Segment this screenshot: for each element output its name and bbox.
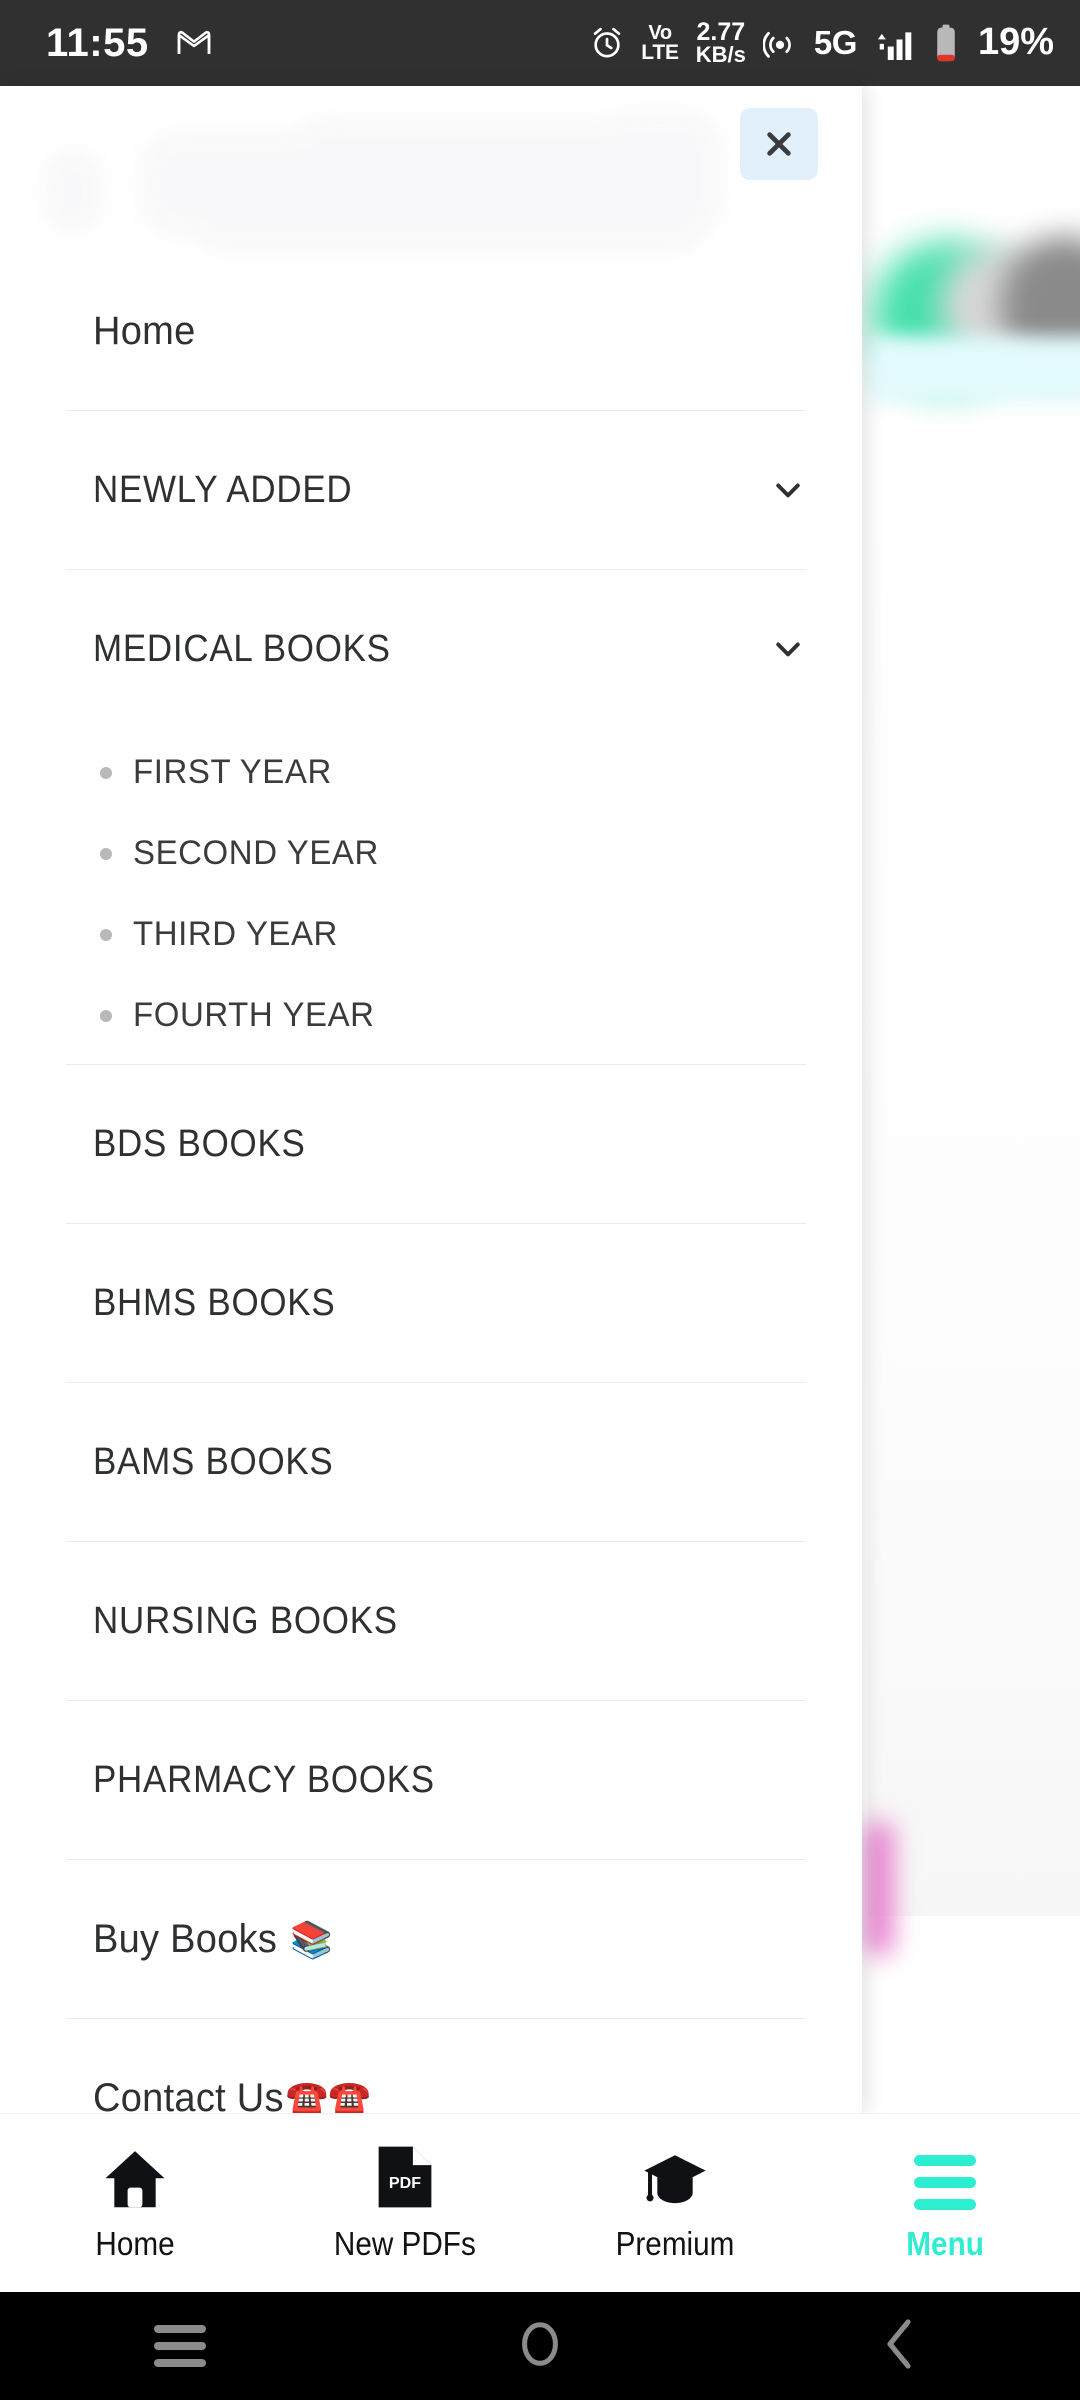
drawer-item-label: NEWLY ADDED	[93, 468, 353, 511]
status-bar-clock: 11:55	[46, 21, 149, 65]
gmail-icon	[177, 30, 211, 56]
volte-line2: LTE	[641, 40, 679, 64]
drawer-item-label: Home	[93, 308, 196, 353]
drawer-item-buy-books[interactable]: Buy Books 📚	[0, 1860, 862, 2018]
drawer-item-contact-us[interactable]: Contact Us☎️☎️	[0, 2019, 862, 2114]
svg-text:PDF: PDF	[389, 2173, 421, 2191]
drawer-menu-list: Home NEWLY ADDED MEDICAL BOOKS FIRST YEAR SE…	[0, 252, 862, 2113]
bullet-icon	[100, 847, 112, 860]
submenu-item-label: THIRD YEAR	[133, 915, 338, 953]
submenu-item-label: SECOND YEAR	[133, 834, 379, 872]
submenu-item-third-year[interactable]: THIRD YEAR	[0, 894, 862, 975]
back-chevron-icon	[879, 2318, 921, 2375]
drawer-item-label: PHARMACY BOOKS	[93, 1758, 435, 1801]
android-back-button[interactable]	[720, 2292, 1080, 2400]
android-recents-button[interactable]	[0, 2292, 360, 2400]
battery-percent: 19%	[977, 21, 1054, 64]
drawer-item-label: BAMS BOOKS	[93, 1440, 334, 1483]
background-pink-blob	[866, 1821, 892, 1956]
android-navigation-bar	[0, 2292, 1080, 2400]
drawer-item-newly-added[interactable]: NEWLY ADDED	[0, 411, 862, 569]
chevron-down-icon[interactable]	[770, 631, 806, 667]
drawer-item-home[interactable]: Home	[0, 252, 862, 410]
bottom-nav-item-new-pdfs[interactable]: PDF New PDFs	[270, 2114, 540, 2292]
network-speed-indicator: 2.77 KB/s	[695, 18, 746, 68]
pdf-file-icon: PDF	[376, 2144, 434, 2210]
bottom-nav-label: Premium	[615, 2224, 735, 2262]
home-circle-icon	[516, 2317, 564, 2376]
background-cyan-band	[868, 336, 1080, 404]
android-home-button[interactable]	[360, 2292, 720, 2400]
submenu-item-label: FIRST YEAR	[133, 753, 332, 791]
medical-books-submenu: FIRST YEAR SECOND YEAR THIRD YEAR FOURTH YE…	[0, 728, 862, 1064]
close-drawer-button[interactable]	[740, 108, 818, 180]
bottom-nav-label: New PDFs	[334, 2224, 476, 2262]
drawer-item-medical-books[interactable]: MEDICAL BOOKS	[0, 570, 862, 728]
submenu-item-first-year[interactable]: FIRST YEAR	[0, 732, 862, 813]
close-icon	[763, 128, 795, 160]
drawer-item-label: NURSING BOOKS	[93, 1599, 398, 1642]
alarm-clock-icon	[590, 26, 624, 60]
status-bar-left: 11:55	[46, 23, 211, 63]
drawer-item-label: MEDICAL BOOKS	[93, 627, 391, 670]
status-bar: 11:55 Vo LTE 2.77 KB/s 5G 19%	[0, 0, 1080, 86]
bottom-nav-label: Menu	[906, 2224, 984, 2262]
submenu-item-second-year[interactable]: SECOND YEAR	[0, 813, 862, 894]
drawer-item-bhms-books[interactable]: BHMS BOOKS	[0, 1224, 862, 1382]
submenu-item-fourth-year[interactable]: FOURTH YEAR	[0, 975, 862, 1056]
submenu-item-label: FOURTH YEAR	[133, 996, 375, 1034]
home-icon	[103, 2144, 167, 2210]
network-speed-unit: KB/s	[695, 42, 746, 68]
background-panel	[868, 416, 1080, 1916]
bullet-icon	[100, 928, 112, 941]
graduation-cap-icon	[642, 2144, 708, 2210]
drawer-item-label: BHMS BOOKS	[93, 1281, 336, 1324]
volte-icon: Vo LTE	[641, 22, 679, 64]
drawer-item-label: BDS BOOKS	[93, 1122, 306, 1165]
drawer-item-pharmacy-books[interactable]: PHARMACY BOOKS	[0, 1701, 862, 1859]
navigation-drawer: Home NEWLY ADDED MEDICAL BOOKS FIRST YEAR SE…	[0, 86, 862, 2113]
drawer-item-bds-books[interactable]: BDS BOOKS	[0, 1065, 862, 1223]
bottom-nav-item-premium[interactable]: Premium	[540, 2114, 810, 2292]
signal-bars-icon	[874, 26, 918, 60]
drawer-item-bams-books[interactable]: BAMS BOOKS	[0, 1383, 862, 1541]
bottom-navigation-bar: Home PDF New PDFs Premium Menu	[0, 2113, 1080, 2292]
drawer-item-label: Buy Books 📚	[93, 1916, 333, 1961]
phone-screen: 11:55 Vo LTE 2.77 KB/s 5G 19% Home NEWLY…	[0, 0, 1080, 2400]
drawer-item-nursing-books[interactable]: NURSING BOOKS	[0, 1542, 862, 1700]
hamburger-menu-icon	[914, 2144, 976, 2210]
bottom-nav-item-home[interactable]: Home	[0, 2114, 270, 2292]
recents-icon	[154, 2325, 206, 2367]
drawer-item-emoji: 📚	[289, 1918, 333, 1960]
volte-line1: Vo	[648, 22, 672, 45]
app-logo-ghost	[34, 100, 724, 254]
hotspot-icon	[762, 28, 797, 58]
drawer-item-emoji: ☎️☎️	[285, 2077, 371, 2114]
chevron-down-icon[interactable]	[770, 472, 806, 508]
drawer-item-label: Contact Us☎️☎️	[93, 2076, 371, 2114]
bullet-icon	[100, 766, 112, 779]
bottom-nav-label: Home	[95, 2224, 175, 2262]
bullet-icon	[100, 1009, 112, 1022]
network-type-label: 5G	[813, 23, 858, 61]
status-bar-right: Vo LTE 2.77 KB/s 5G 19%	[590, 18, 1054, 68]
battery-icon	[935, 24, 957, 62]
bottom-nav-item-menu[interactable]: Menu	[810, 2114, 1080, 2292]
network-speed-value: 2.77	[696, 18, 746, 47]
